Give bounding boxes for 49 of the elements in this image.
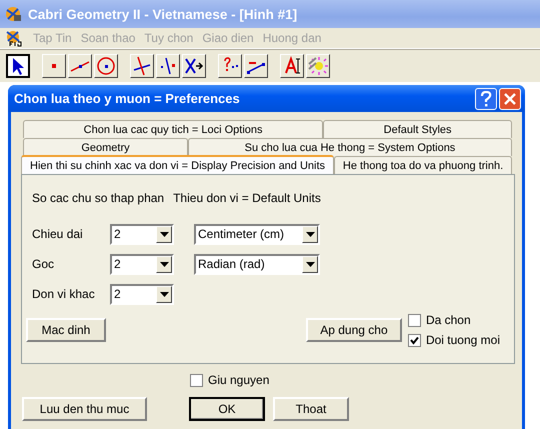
field-label: Goc (32, 257, 56, 271)
close-button[interactable] (499, 88, 521, 110)
window-title: Cabri Geometry II - Vietnamese - [Hinh #1] (28, 6, 298, 22)
checkbox-label: Giu nguyen (208, 373, 270, 387)
dropdown[interactable]: 2 (110, 224, 174, 244)
tab[interactable]: Chon lua cac quy tich = Loci Options (23, 120, 324, 138)
line-and-points-icon (158, 56, 178, 76)
point-icon (52, 64, 56, 68)
tool-button[interactable] (6, 54, 30, 78)
checkmark-icon (410, 336, 419, 344)
checkbox[interactable] (408, 314, 421, 326)
dropdown[interactable]: Centimeter (cm) (194, 224, 320, 244)
field-label: Chieu dai (32, 227, 84, 241)
question-icon (479, 90, 493, 106)
perpendicular-lines-icon (132, 56, 152, 76)
dropdown-arrow-icon (160, 262, 168, 266)
checkbox[interactable] (190, 374, 203, 386)
field-label: Don vi khac (32, 287, 96, 301)
tab[interactable]: Su cho lua cua He thong = System Options (188, 138, 512, 156)
dropdown-arrow-icon (160, 292, 168, 296)
app-icon (4, 5, 24, 23)
dialog-button[interactable]: Luu den thu muc (22, 397, 147, 421)
checkbox-label: Doi tuong moi (426, 333, 500, 347)
close-icon (503, 92, 517, 106)
cross-arrow-icon (184, 56, 204, 76)
dropdown[interactable]: 2 (110, 254, 174, 274)
document-icon (4, 29, 24, 47)
dropdown[interactable]: 2 (110, 284, 174, 304)
apply-button[interactable]: Ap dung cho (306, 318, 402, 342)
dialog-button[interactable]: Thoat (273, 397, 349, 421)
tab[interactable]: Default Styles (323, 120, 512, 138)
circle-icon (96, 56, 116, 76)
default-button[interactable]: Mac dinh (26, 318, 106, 342)
tab[interactable]: He thong toa do va phuong trinh. (334, 156, 512, 174)
dropdown-arrow-icon (306, 262, 314, 266)
help-button[interactable] (475, 88, 497, 110)
checkbox[interactable] (408, 334, 421, 346)
units-heading: Thieu don vi = Default Units (173, 191, 321, 205)
dropdown-arrow-icon (160, 232, 168, 236)
dialog-title: Chon lua theo y muon = Preferences (14, 91, 241, 106)
sun-icon (308, 56, 328, 76)
dropdown[interactable]: Radian (rad) (194, 254, 320, 274)
checkbox-label: Da chon (426, 313, 471, 327)
dropdown-arrow-icon (306, 232, 314, 236)
precision-heading: So cac chu so thap phan (32, 191, 164, 205)
tab[interactable]: Geometry (23, 138, 188, 156)
tab[interactable]: Hien thi su chinh xac va don vi = Display Precision and Units (21, 155, 334, 175)
dialog-button[interactable]: OK (189, 397, 265, 421)
text-label-icon (282, 56, 302, 76)
